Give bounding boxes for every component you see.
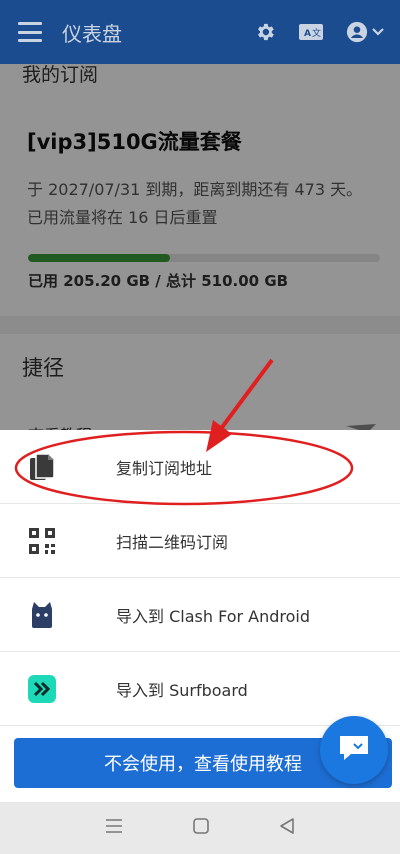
subscription-action-sheet: 复制订阅地址 扫描二维码订阅 导入到 Clash For Android 导入到… [0,430,400,802]
clash-cat-icon [26,599,58,631]
sheet-item-import-surfboard[interactable]: 导入到 Surfboard [0,652,400,726]
copy-icon [26,451,58,483]
account-menu[interactable] [346,21,384,43]
sheet-item-label: 复制订阅地址 [116,458,213,478]
back-nav-icon[interactable] [278,817,296,839]
sheet-item-import-clash[interactable]: 导入到 Clash For Android [0,578,400,652]
modal-backdrop[interactable] [0,0,400,430]
gear-icon[interactable] [254,21,276,43]
chat-icon [337,733,371,767]
account-icon [346,21,368,43]
sheet-item-scan-qr[interactable]: 扫描二维码订阅 [0,504,400,578]
sheet-item-label: 导入到 Surfboard [116,680,248,700]
page-title: 仪表盘 [62,21,122,46]
chevron-down-icon [372,27,384,37]
menu-nav-icon[interactable] [104,818,124,838]
surfboard-icon [26,673,58,705]
sheet-item-copy-url[interactable]: 复制订阅地址 [0,430,400,504]
sheet-item-label: 导入到 Clash For Android [116,606,311,626]
chat-support-button[interactable] [320,716,388,784]
svg-text:A: A [304,29,311,39]
sheet-item-label: 扫描二维码订阅 [116,532,229,552]
app-bar: 仪表盘 A文 [0,0,400,64]
qr-code-icon [26,525,58,557]
system-nav-bar [0,802,400,854]
svg-text:文: 文 [312,27,321,39]
translate-icon[interactable]: A文 [298,22,324,42]
home-nav-icon[interactable] [192,817,210,839]
menu-icon[interactable] [18,22,42,42]
